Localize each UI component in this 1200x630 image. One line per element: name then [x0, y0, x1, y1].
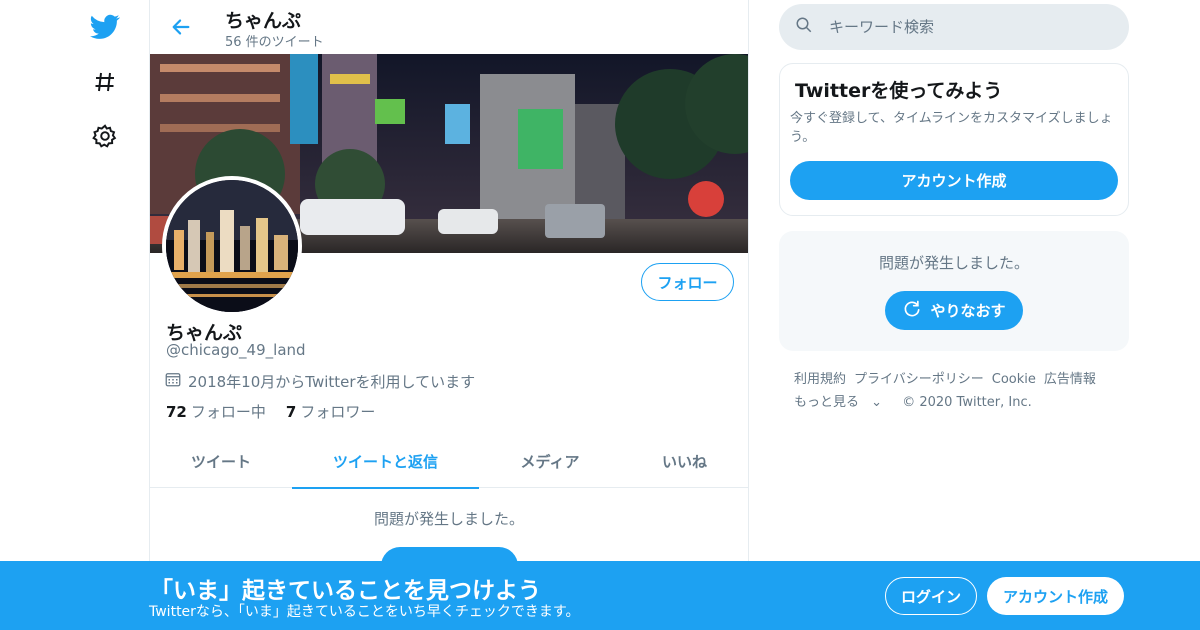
tab-tweets[interactable]: ツイート: [150, 434, 292, 488]
bottom-bar-subtitle: Twitterなら、「いま」起きていることをいち早くチェックできます。: [149, 604, 580, 620]
search-box[interactable]: [779, 4, 1129, 50]
trends-error-text: 問題が発生しました。: [878, 254, 1029, 272]
profile-header: ちゃんぷ 56 件のツイート: [150, 0, 750, 54]
create-account-button[interactable]: アカウント作成: [790, 161, 1118, 200]
more-link[interactable]: もっと見る ⌄: [794, 395, 890, 410]
search-input[interactable]: [829, 18, 1109, 36]
terms-link[interactable]: 利用規約: [794, 372, 846, 387]
signup-card-description: 今すぐ登録して、タイムラインをカスタマイズしましょう。: [790, 111, 1113, 145]
following-link[interactable]: 72 フォロー中: [166, 401, 266, 422]
trends-error-card: 問題が発生しました。 やりなおす: [779, 231, 1129, 351]
bottom-signup-button[interactable]: アカウント作成: [987, 577, 1124, 615]
bottom-signup-bar: 「いま」起きていることを見つけよう Twitterなら、「いま」起きていることを…: [0, 561, 1200, 630]
tab-media[interactable]: メディア: [479, 434, 621, 488]
cookie-link[interactable]: Cookie: [992, 372, 1036, 387]
chevron-down-icon: ⌄: [871, 395, 883, 410]
copyright: © 2020 Twitter, Inc.: [902, 395, 1032, 410]
refresh-icon: [902, 299, 922, 323]
header-title: ちゃんぷ: [225, 10, 302, 32]
calendar-icon: [164, 370, 182, 392]
joined-date: 2018年10月からTwitterを利用しています: [164, 370, 475, 392]
search-icon: [795, 16, 813, 38]
retry-label: やりなおす: [930, 302, 1006, 320]
hashtag-icon[interactable]: [90, 67, 120, 97]
follow-stats: 72 フォロー中 7 フォロワー: [166, 401, 375, 422]
signup-card-title: Twitterを使ってみよう: [795, 80, 1003, 102]
tab-likes[interactable]: いいね: [621, 434, 748, 488]
profile-handle[interactable]: @chicago_49_land: [166, 341, 306, 359]
profile-column: ちゃんぷ 56 件のツイート フォロー ちゃんぷ @chicago_49_lan…: [149, 0, 749, 630]
profile-tabs: ツイート ツイートと返信 メディア いいね: [150, 434, 748, 489]
retry-button[interactable]: やりなおす: [885, 291, 1023, 330]
tweet-count: 56 件のツイート: [225, 35, 324, 50]
footer-links: 利用規約 プライバシーポリシー Cookie 広告情報 もっと見る ⌄ © 2020 …: [794, 368, 1124, 414]
gear-icon[interactable]: [90, 121, 120, 151]
privacy-link[interactable]: プライバシーポリシー: [854, 372, 984, 387]
profile-avatar[interactable]: [162, 176, 302, 316]
login-button[interactable]: ログイン: [885, 577, 977, 615]
tab-tweets-and-replies[interactable]: ツイートと返信: [292, 434, 479, 489]
followers-link[interactable]: 7 フォロワー: [286, 401, 375, 422]
back-arrow-icon[interactable]: [166, 12, 196, 42]
joined-text: 2018年10月からTwitterを利用しています: [188, 372, 476, 391]
bottom-bar-title: 「いま」起きていることを見つけよう: [150, 578, 541, 604]
signup-card: Twitterを使ってみよう 今すぐ登録して、タイムラインをカスタマイズしましょ…: [779, 63, 1129, 216]
twitter-bird-icon[interactable]: [90, 12, 120, 42]
follow-button[interactable]: フォロー: [641, 263, 734, 301]
ads-info-link[interactable]: 広告情報: [1044, 372, 1096, 387]
timeline-error-text: 問題が発生しました。: [373, 510, 524, 528]
